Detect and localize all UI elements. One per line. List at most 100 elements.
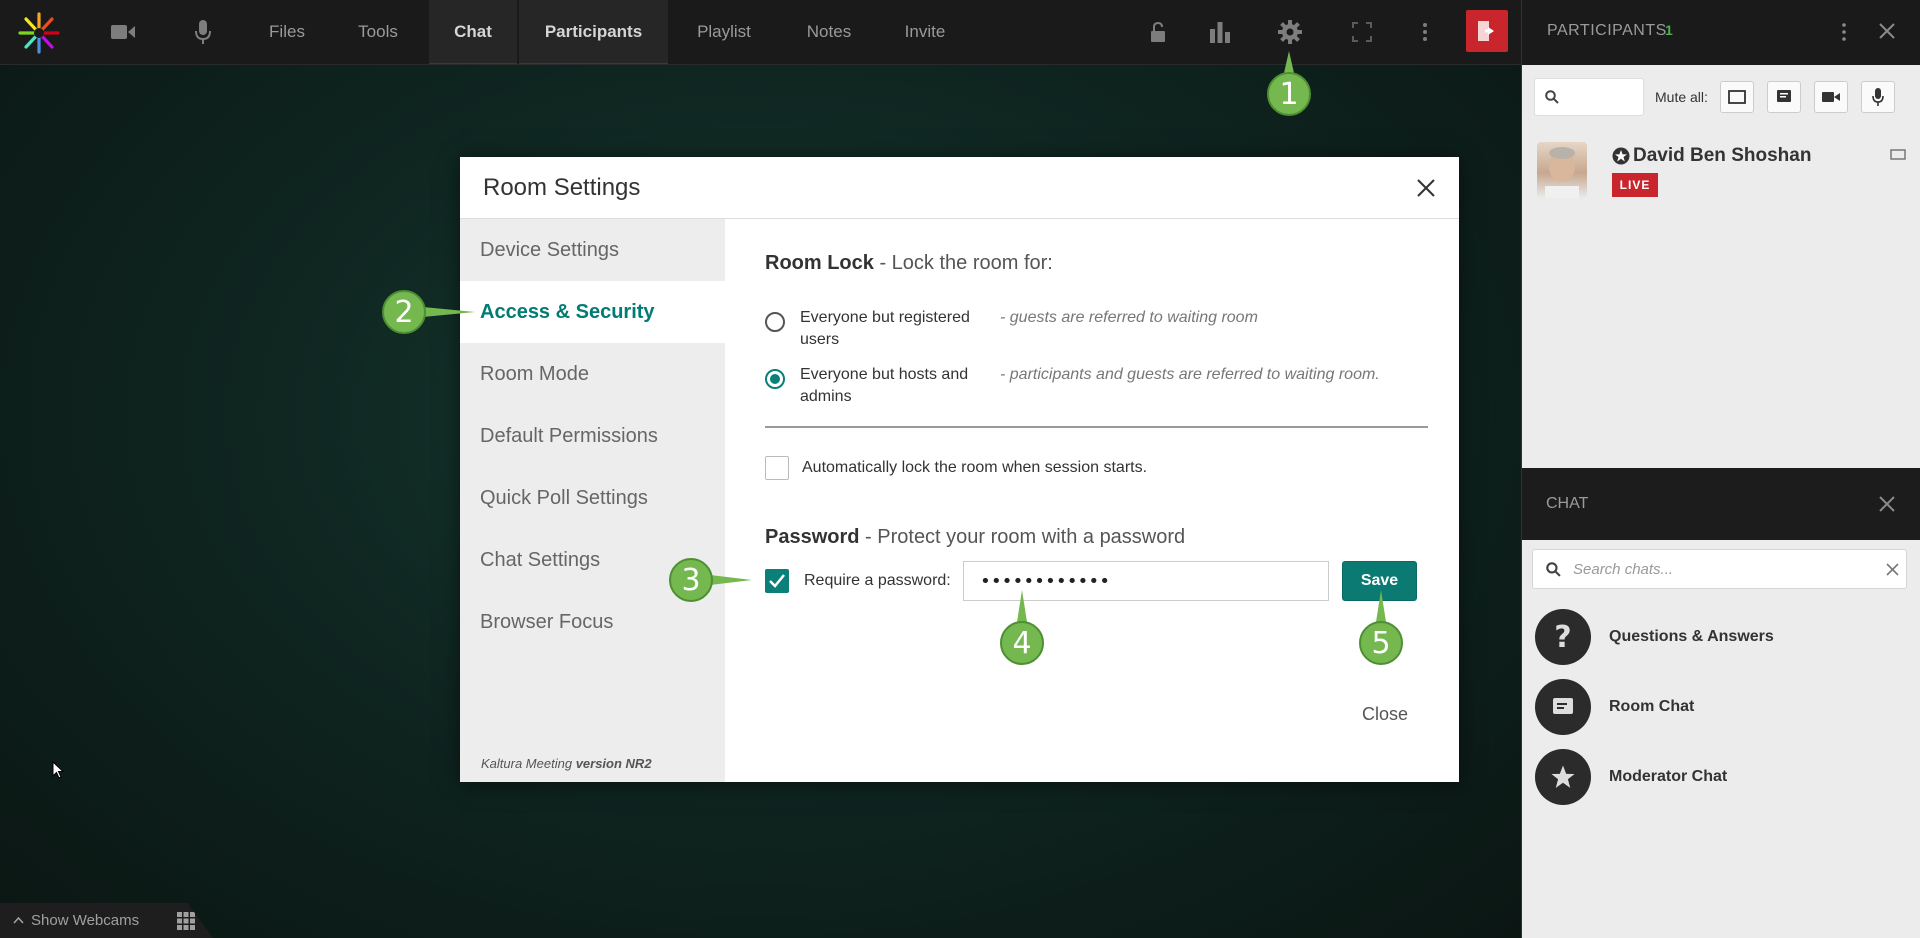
callout-number: 3 [669, 558, 713, 602]
checkmark-icon [769, 574, 785, 588]
room-lock-subtitle: - Lock the room for: [873, 252, 1053, 274]
callout-5: 5 [1356, 590, 1406, 668]
mute-all-screenshare-button[interactable] [1720, 81, 1754, 113]
right-panel: PARTICIPANTS 1 Mute all: David Ben Shosh… [1521, 0, 1920, 938]
participants-count: 1 [1665, 22, 1673, 38]
radio-registered-users[interactable] [765, 312, 785, 332]
chat-item-label: Questions & Answers [1609, 628, 1774, 645]
chat-list: Search chats... ? Questions & Answers Ro… [1522, 540, 1920, 938]
chat-title: CHAT [1546, 495, 1589, 512]
show-webcams-button[interactable]: Show Webcams [0, 903, 213, 938]
microphone-icon [1872, 88, 1884, 106]
participants-more-icon[interactable] [1841, 22, 1847, 42]
sidebar-item-access-security[interactable]: Access & Security [460, 281, 725, 343]
participants-title: PARTICIPANTS [1547, 22, 1667, 39]
chat-header: CHAT [1522, 468, 1920, 540]
nav-chat[interactable]: Chat [429, 0, 517, 64]
question-icon: ? [1535, 609, 1591, 665]
sidebar-item-quick-poll[interactable]: Quick Poll Settings [460, 467, 725, 529]
version-text: Kaltura Meeting version NR2 [481, 756, 652, 771]
exit-button[interactable] [1466, 10, 1508, 52]
require-password-label: Require a password: [804, 572, 951, 589]
callout-number: 2 [382, 290, 426, 334]
camera-icon[interactable] [103, 0, 143, 64]
poll-icon[interactable] [1200, 0, 1240, 64]
option-label-registered: Everyone but registered users [800, 309, 970, 348]
radio-hosts-admins[interactable] [765, 369, 785, 389]
nav-participants[interactable]: Participants [519, 0, 668, 64]
nav-invite[interactable]: Invite [890, 0, 960, 64]
password-title: Password - Protect your room with a pass… [765, 526, 1185, 549]
callout-number: 4 [1000, 621, 1044, 665]
auto-lock-checkbox[interactable] [765, 456, 789, 480]
microphone-icon[interactable] [183, 0, 223, 64]
option-desc-registered: - guests are referred to waiting room [1000, 309, 1258, 326]
live-badge: LIVE [1612, 173, 1658, 197]
fullscreen-icon[interactable] [1342, 0, 1382, 64]
chat-icon [1777, 90, 1791, 102]
access-security-panel: Room Lock - Lock the room for: Everyone … [725, 219, 1459, 782]
callout-3: 3 [666, 555, 752, 605]
nav-notes[interactable]: Notes [794, 0, 864, 64]
kaltura-logo-icon [18, 12, 60, 54]
participant-name: David Ben Shoshan [1633, 145, 1812, 166]
grid-icon[interactable] [177, 912, 195, 930]
password-heading: Password [765, 526, 860, 548]
auto-lock-label: Automatically lock the room when session… [802, 459, 1148, 476]
sidebar-item-device-settings[interactable]: Device Settings [460, 219, 725, 281]
star-icon [1535, 749, 1591, 805]
mute-all-mic-button[interactable] [1861, 81, 1895, 113]
divider [765, 426, 1428, 428]
sidebar-item-room-mode[interactable]: Room Mode [460, 343, 725, 405]
more-icon[interactable] [1405, 0, 1445, 64]
nav-playlist[interactable]: Playlist [684, 0, 764, 64]
participants-header: PARTICIPANTS 1 [1522, 0, 1920, 65]
room-lock-title: Room Lock - Lock the room for: [765, 252, 1053, 275]
chevron-up-icon [13, 917, 24, 924]
modal-title: Room Settings [483, 174, 641, 201]
version-number: version NR2 [575, 756, 652, 771]
callout-number: 1 [1267, 72, 1311, 116]
search-icon [1545, 90, 1559, 104]
callout-4: 4 [997, 590, 1047, 668]
room-lock-heading: Room Lock [765, 252, 874, 274]
clear-search-icon[interactable] [1886, 563, 1899, 576]
chat-item-room-chat[interactable]: Room Chat [1535, 679, 1905, 739]
chat-item-moderator-chat[interactable]: Moderator Chat [1535, 749, 1905, 809]
nav-files[interactable]: Files [252, 0, 322, 64]
close-icon[interactable] [1411, 173, 1441, 203]
mute-all-chat-button[interactable] [1767, 81, 1801, 113]
mouse-cursor-icon [52, 761, 64, 779]
participants-close-icon[interactable] [1878, 22, 1896, 40]
callout-2: 2 [379, 287, 475, 337]
exit-icon [1478, 21, 1494, 41]
room-settings-modal: Room Settings Device Settings Access & S… [460, 157, 1459, 782]
lock-icon[interactable] [1138, 0, 1178, 64]
require-password-checkbox[interactable] [765, 569, 789, 593]
chat-item-label: Moderator Chat [1609, 768, 1728, 785]
option-label-hosts: Everyone but hosts and admins [800, 366, 969, 405]
callout-number: 5 [1359, 621, 1403, 665]
nav-tools[interactable]: Tools [343, 0, 413, 64]
avatar [1537, 142, 1587, 198]
participant-search-input[interactable] [1534, 78, 1644, 116]
callout-1: 1 [1264, 51, 1314, 119]
chat-item-label: Room Chat [1609, 698, 1695, 715]
chat-search-placeholder: Search chats... [1573, 561, 1674, 578]
password-subtitle: - Protect your room with a password [859, 526, 1186, 548]
chat-close-icon[interactable] [1878, 495, 1896, 513]
room-chat-icon [1535, 679, 1591, 735]
show-webcams-label: Show Webcams [31, 912, 140, 929]
search-icon [1546, 562, 1561, 577]
chat-search-input[interactable]: Search chats... [1532, 549, 1907, 589]
settings-sidebar: Device Settings Access & Security Room M… [460, 219, 725, 782]
modal-header: Room Settings [460, 157, 1459, 219]
chat-item-questions[interactable]: ? Questions & Answers [1535, 609, 1905, 669]
version-prefix: Kaltura Meeting [481, 756, 573, 771]
mute-all-camera-button[interactable] [1814, 81, 1848, 113]
camera-icon [1822, 92, 1840, 102]
close-button[interactable]: Close [1362, 704, 1408, 725]
participant-screen-icon[interactable] [1890, 149, 1906, 161]
sidebar-item-default-permissions[interactable]: Default Permissions [460, 405, 725, 467]
option-desc-hosts: - participants and guests are referred t… [1000, 366, 1380, 383]
